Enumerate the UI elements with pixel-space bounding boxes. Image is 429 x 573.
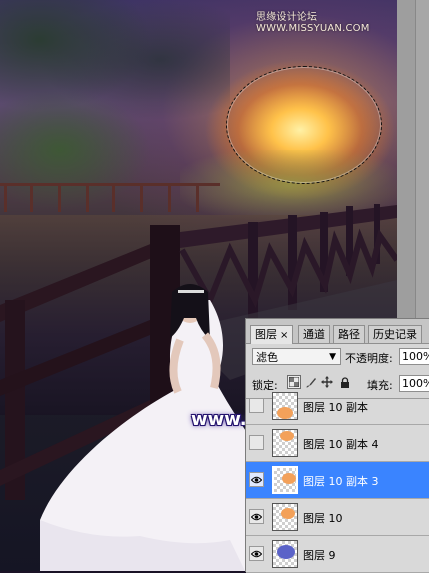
close-icon[interactable]: × (280, 330, 288, 341)
layer-thumbnail (272, 429, 298, 457)
tab-layers[interactable]: 图层 × (250, 325, 294, 344)
lock-transparency-icon[interactable] (287, 375, 301, 389)
layer-thumbnail (272, 466, 298, 494)
visibility-toggle[interactable] (249, 435, 264, 450)
layer-thumbnail (272, 503, 298, 531)
layer-row[interactable]: 图层 10 (246, 499, 429, 536)
tab-label: 历史记录 (373, 328, 417, 341)
layer-thumbnail (272, 392, 298, 420)
eye-icon[interactable] (249, 509, 264, 524)
eye-icon[interactable] (249, 472, 264, 487)
blend-row: 滤色 ▼ 不透明度: 100% (246, 346, 429, 370)
layer-row[interactable]: 图层 9 (246, 536, 429, 573)
layer-name: 图层 10 副本 3 (303, 475, 379, 488)
chevron-down-icon: ▼ (329, 352, 336, 362)
watermark-top: 思缘设计论坛 WWW.MISSYUAN.COM (256, 12, 370, 34)
layer-row[interactable]: 图层 10 副本 (246, 388, 429, 425)
opacity-input[interactable]: 100% (399, 348, 429, 365)
layer-thumbnail (272, 540, 298, 568)
canvas-scrollbar[interactable] (397, 0, 416, 318)
layer-row[interactable]: 图层 10 副本 4 (246, 425, 429, 462)
tab-channels[interactable]: 通道 (298, 325, 330, 343)
marquee-selection[interactable] (226, 66, 382, 184)
tab-label: 图层 (255, 328, 277, 341)
brush-icon[interactable] (304, 375, 318, 389)
tab-label: 通道 (303, 328, 325, 341)
tab-label: 路径 (338, 328, 360, 341)
eye-icon[interactable] (249, 546, 264, 561)
tab-history[interactable]: 历史记录 (368, 325, 422, 343)
layer-name: 图层 10 (303, 512, 343, 525)
move-icon[interactable] (320, 375, 334, 389)
panel-tabs: 图层 × 通道 路径 历史记录 (246, 319, 429, 344)
visibility-toggle[interactable] (249, 398, 264, 413)
layer-row[interactable]: 图层 10 副本 3 (246, 462, 429, 499)
layer-list: 图层 10 副本 图层 10 副本 4 图层 10 副本 3 图层 10 图层 … (246, 392, 429, 573)
tab-paths[interactable]: 路径 (333, 325, 365, 343)
workspace-background (397, 0, 429, 318)
layers-panel: 图层× 通道 路径 历史记录 滤色 ▼ 不透明度: 100% 锁定: (245, 318, 429, 573)
layer-name: 图层 10 副本 4 (303, 438, 379, 451)
blend-mode-select[interactable]: 滤色 ▼ (252, 348, 341, 365)
layer-name: 图层 10 副本 (303, 401, 368, 414)
opacity-label: 不透明度: (345, 352, 393, 365)
lock-icon[interactable] (338, 375, 352, 389)
blend-mode-value: 滤色 (256, 351, 278, 364)
layer-name: 图层 9 (303, 549, 336, 562)
